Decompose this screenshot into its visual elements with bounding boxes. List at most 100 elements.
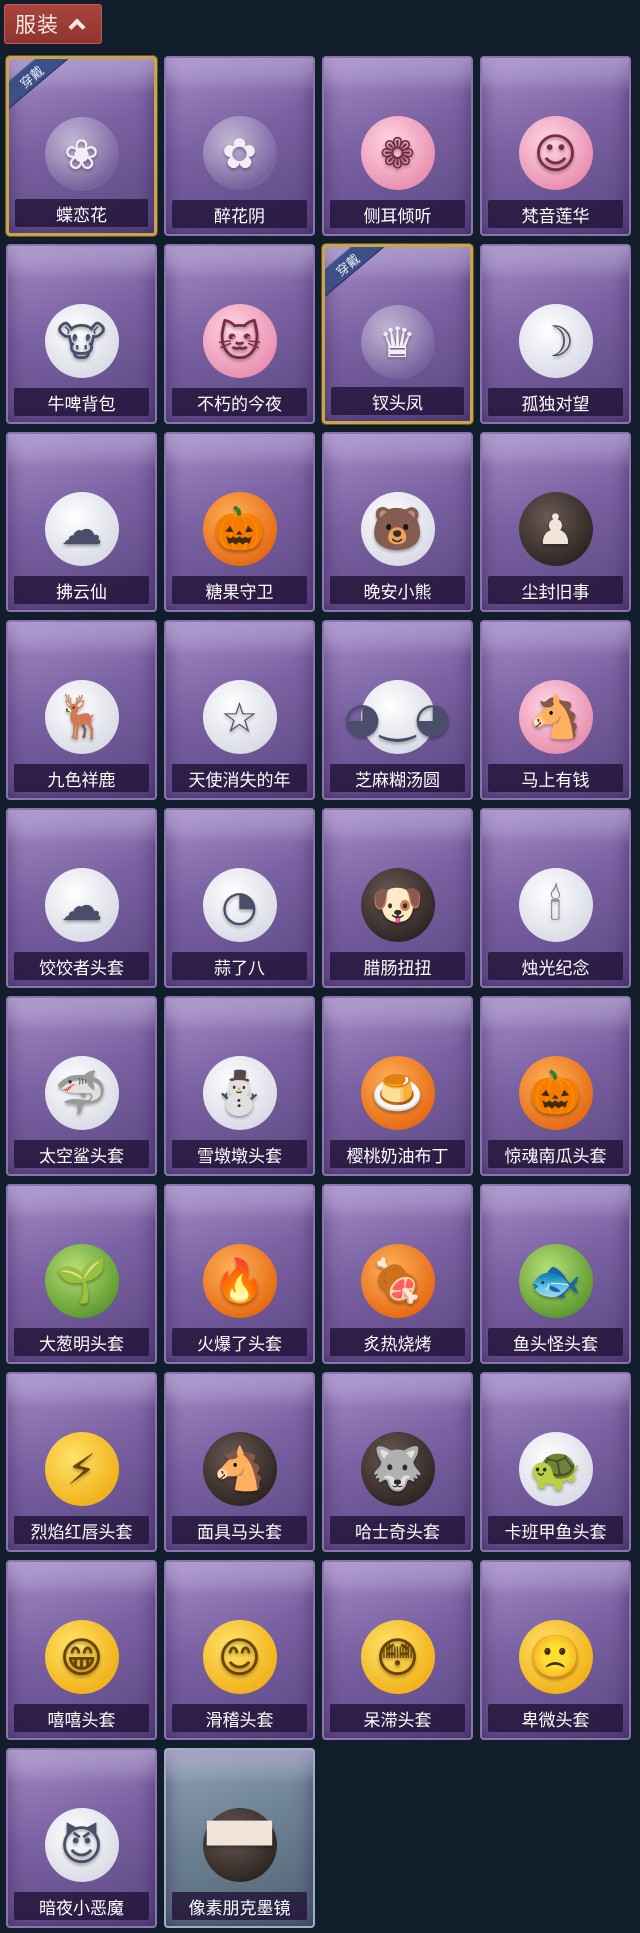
- costume-name: 晚安小熊: [330, 576, 465, 604]
- costume-name: 牛啤背包: [14, 388, 149, 416]
- costume-name: 滑稽头套: [172, 1704, 307, 1732]
- costume-card[interactable]: 🔥 火爆了头套: [164, 1184, 315, 1364]
- costume-name: 鱼头怪头套: [488, 1328, 623, 1356]
- costume-card[interactable]: ☽ 孤独对望: [480, 244, 631, 424]
- costume-card[interactable]: 🦌 九色祥鹿: [6, 620, 157, 800]
- costume-card[interactable]: 🐟 鱼头怪头套: [480, 1184, 631, 1364]
- costume-name: 芝麻糊汤圆: [330, 764, 465, 792]
- costume-name: 醉花阴: [172, 200, 307, 228]
- costume-name: 孤独对望: [488, 388, 623, 416]
- costume-card[interactable]: 🐴 面具马头套: [164, 1372, 315, 1552]
- costume-card[interactable]: 🐮 牛啤背包: [6, 244, 157, 424]
- costume-card[interactable]: 😁 嘻嘻头套: [6, 1560, 157, 1740]
- bear-charm-icon: 🐻: [360, 492, 435, 566]
- flower-wreath-icon: ✿: [202, 116, 277, 190]
- shark-head-icon: 🦈: [44, 1056, 119, 1130]
- costume-card[interactable]: 🐶 腊肠扭扭: [322, 808, 473, 988]
- costume-name: 钗头凤: [331, 387, 464, 415]
- costume-card[interactable]: 🙁 卑微头套: [480, 1560, 631, 1740]
- section-title: 服装: [15, 13, 59, 37]
- angel-doll-charm-icon: ☆: [202, 680, 277, 754]
- costume-card[interactable]: 😊 滑稽头套: [164, 1560, 315, 1740]
- costume-name: 樱桃奶油布丁: [330, 1140, 465, 1168]
- costume-grid: 穿戴 ❀ 蝶恋花 ✿ 醉花阴 ❁ 侧耳倾听 ☺ 梵音莲华 🐮 牛啤背包 🐱 不朽的今夜 穿戴 ♛ 钗头凤 ☽ 孤独…: [6, 56, 634, 1928]
- costume-card[interactable]: 🍖 炙热烧烤: [322, 1184, 473, 1364]
- costume-name: 九色祥鹿: [14, 764, 149, 792]
- smirk-emoji-head-icon: 😊: [202, 1620, 277, 1694]
- costume-name: 饺饺者头套: [14, 952, 149, 980]
- butterfly-hoop-icon: ❀: [44, 117, 119, 191]
- costume-name: 侧耳倾听: [330, 200, 465, 228]
- costume-card[interactable]: 🎃 惊魂南瓜头套: [480, 996, 631, 1176]
- costume-card[interactable]: 🐱 不朽的今夜: [164, 244, 315, 424]
- fish-head-icon: 🐟: [518, 1244, 593, 1318]
- costume-card[interactable]: 🦈 太空鲨头套: [6, 996, 157, 1176]
- lotus-hoop-icon: ❁: [360, 116, 435, 190]
- cloud-head-icon: ☁: [44, 868, 119, 942]
- costume-name: 呆滞头套: [330, 1704, 465, 1732]
- costume-name: 太空鲨头套: [14, 1140, 149, 1168]
- costume-card[interactable]: 穿戴 ♛ 钗头凤: [322, 244, 473, 424]
- costume-card[interactable]: 🎃 糖果守卫: [164, 432, 315, 612]
- costume-name: 梵音莲华: [488, 200, 623, 228]
- costume-name: 火爆了头套: [172, 1328, 307, 1356]
- cloud-fairy-charm-icon: ☁: [44, 492, 119, 566]
- costume-name: 天使消失的年: [172, 764, 307, 792]
- candle-head-icon: 🕯: [518, 868, 593, 942]
- costume-card[interactable]: 🌱 大葱明头套: [6, 1184, 157, 1364]
- costume-card[interactable]: 🐻 晚安小熊: [322, 432, 473, 612]
- bbq-meat-head-icon: 🍖: [360, 1244, 435, 1318]
- devil-head-icon: 😈: [44, 1808, 119, 1882]
- pikachu-head-icon: ⚡: [44, 1432, 119, 1506]
- horse-mascot-icon: 🐴: [518, 680, 593, 754]
- grin-emoji-head-icon: 😁: [44, 1620, 119, 1694]
- costume-name: 蝶恋花: [15, 199, 148, 227]
- scallion-head-icon: 🌱: [44, 1244, 119, 1318]
- costume-name: 大葱明头套: [14, 1328, 149, 1356]
- costume-card[interactable]: ☁ 拂云仙: [6, 432, 157, 612]
- costume-card[interactable]: ⛄ 雪墩墩头套: [164, 996, 315, 1176]
- costume-card[interactable]: ◔ 蒜了八: [164, 808, 315, 988]
- costume-card[interactable]: 🐺 哈士奇头套: [322, 1372, 473, 1552]
- costume-name: 嘻嘻头套: [14, 1704, 149, 1732]
- costume-name: 马上有钱: [488, 764, 623, 792]
- costume-card[interactable]: 🐴 马上有钱: [480, 620, 631, 800]
- stare-emoji-head-icon: 😳: [360, 1620, 435, 1694]
- costume-card[interactable]: ☁ 饺饺者头套: [6, 808, 157, 988]
- costume-card[interactable]: 🍮 樱桃奶油布丁: [322, 996, 473, 1176]
- costume-name: 哈士奇头套: [330, 1516, 465, 1544]
- costume-name: 烈焰红唇头套: [14, 1516, 149, 1544]
- costume-card[interactable]: 🐢 卡班甲鱼头套: [480, 1372, 631, 1552]
- costume-card[interactable]: ✿ 醉花阴: [164, 56, 315, 236]
- costume-name: 卡班甲鱼头套: [488, 1516, 623, 1544]
- costume-card[interactable]: ☆ 天使消失的年: [164, 620, 315, 800]
- costume-name: 卑微头套: [488, 1704, 623, 1732]
- costume-card[interactable]: 😳 呆滞头套: [322, 1560, 473, 1740]
- pixel-sunglasses-icon: ▀▀: [202, 1808, 277, 1882]
- costume-card[interactable]: 😈 暗夜小恶魔: [6, 1748, 157, 1928]
- pumpkin-head-icon: 🎃: [518, 1056, 593, 1130]
- costume-name: 像素朋克墨镜: [172, 1892, 307, 1920]
- costume-card[interactable]: ▀▀ 像素朋克墨镜: [164, 1748, 315, 1928]
- horse-mask-head-icon: 🐴: [202, 1432, 277, 1506]
- pink-cat-bowl-icon: 🐱: [202, 304, 277, 378]
- costume-name: 糖果守卫: [172, 576, 307, 604]
- costume-card[interactable]: 🕯 烛光纪念: [480, 808, 631, 988]
- costume-name: 腊肠扭扭: [330, 952, 465, 980]
- costume-name: 暗夜小恶魔: [14, 1892, 149, 1920]
- costume-card[interactable]: ⚡ 烈焰红唇头套: [6, 1372, 157, 1552]
- pumpkin-scarecrow-charm-icon: 🎃: [202, 492, 277, 566]
- husky-head-icon: 🐺: [360, 1432, 435, 1506]
- costume-card[interactable]: ♟ 尘封旧事: [480, 432, 631, 612]
- costume-card[interactable]: ❁ 侧耳倾听: [322, 56, 473, 236]
- costume-name: 尘封旧事: [488, 576, 623, 604]
- deer-charm-icon: 🦌: [44, 680, 119, 754]
- chevron-up-icon: [68, 18, 86, 36]
- costume-card[interactable]: ☺ 梵音莲华: [480, 56, 631, 236]
- costume-section-toggle[interactable]: 服装: [4, 4, 102, 44]
- equipped-badge: 穿戴: [325, 247, 385, 299]
- cow-barrel-icon: 🐮: [44, 304, 119, 378]
- timid-emoji-head-icon: 🙁: [518, 1620, 593, 1694]
- costume-card[interactable]: ◕‿◕ 芝麻糊汤圆: [322, 620, 473, 800]
- costume-card[interactable]: 穿戴 ❀ 蝶恋花: [6, 56, 157, 236]
